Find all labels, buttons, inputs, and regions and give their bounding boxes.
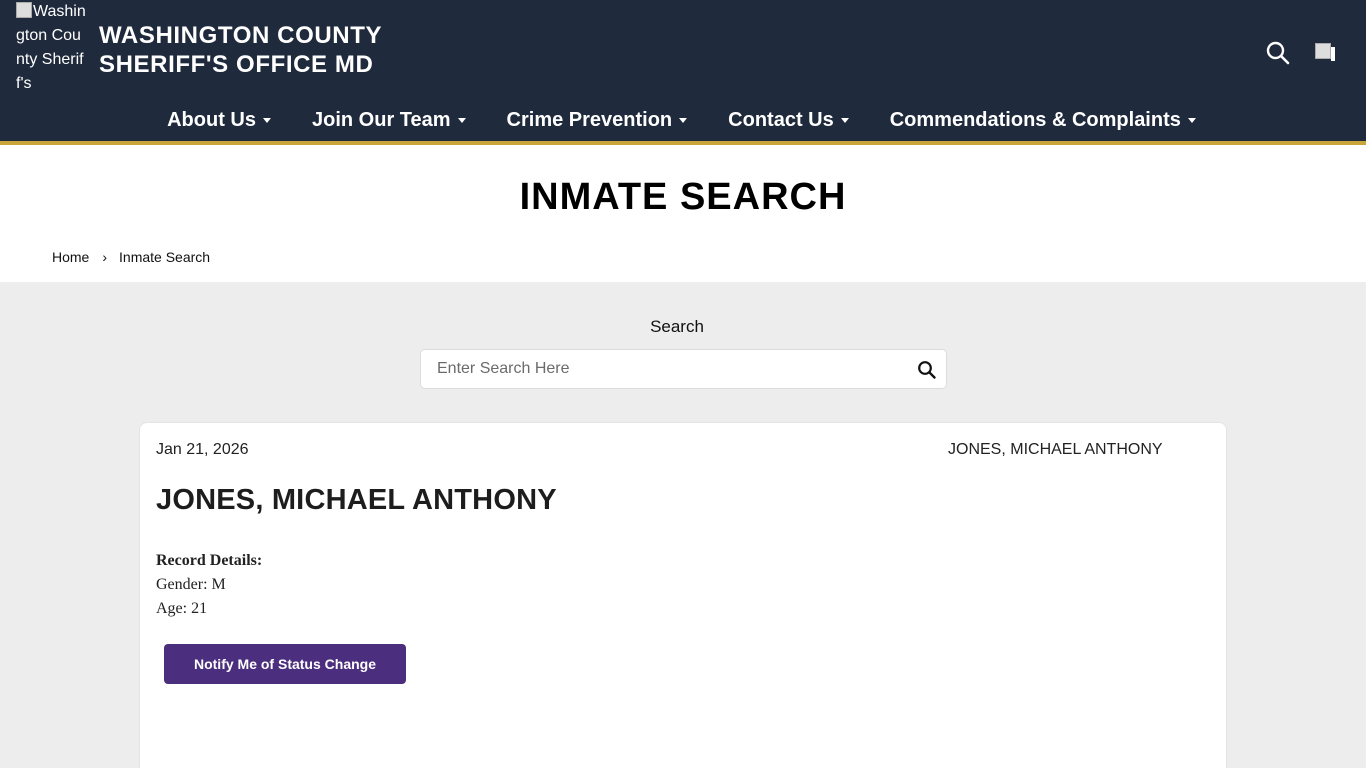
inmate-photo: JONES, MICHAEL ANTHONY	[948, 441, 1163, 459]
broken-image-icon	[1315, 43, 1331, 59]
header-search-button[interactable]	[1265, 40, 1291, 66]
inmate-name: JONES, MICHAEL ANTHONY	[156, 484, 557, 516]
nav-item-about-us[interactable]: About Us	[157, 105, 284, 135]
site-title-line1: WASHINGTON COUNTY	[99, 22, 383, 49]
nav-item-contact-us[interactable]: Contact Us	[718, 105, 862, 135]
site-title-line2: SHERIFF'S OFFICE MD	[99, 51, 374, 78]
breadcrumb-current: Inmate Search	[119, 249, 211, 265]
record-details: Record Details: Gender: M Age: 21	[156, 549, 262, 621]
nav-item-crime-prevention[interactable]: Crime Prevention	[497, 105, 701, 135]
search-label: Search	[650, 317, 704, 336]
search-icon	[918, 361, 936, 379]
caret-down-icon	[679, 117, 688, 123]
record-gender: Gender: M	[156, 576, 226, 593]
search-box	[420, 349, 947, 389]
nav-item-commendations-complaints[interactable]: Commendations & Complaints	[880, 105, 1209, 135]
search-icon	[1266, 41, 1290, 65]
inmate-record-card: Jan 21, 2026 JONES, MICHAEL ANTHONY JONE…	[139, 422, 1227, 768]
breadcrumb-separator-icon: ›	[102, 249, 108, 265]
inmate-photo-alt: JONES, MICHAEL ANTHONY	[948, 441, 1163, 458]
caret-down-icon	[1187, 117, 1196, 123]
breadcrumb: Home › Inmate Search	[52, 249, 210, 265]
broken-image-icon	[16, 2, 32, 18]
search-input[interactable]	[421, 350, 901, 388]
caret-down-icon	[457, 117, 466, 123]
record-age: Age: 21	[156, 600, 208, 617]
caret-down-icon	[263, 117, 271, 123]
main-nav: About Us Join Our Team Crime Prevention …	[0, 105, 1366, 135]
record-date: Jan 21, 2026	[156, 441, 249, 458]
site-header: Washington County Sheriff's WASHINGTON C…	[0, 0, 1366, 141]
breadcrumb-home-link[interactable]: Home	[52, 249, 89, 265]
page-title: INMATE SEARCH	[519, 176, 847, 218]
record-details-heading: Record Details:	[156, 552, 263, 569]
caret-down-icon	[840, 117, 849, 123]
site-title[interactable]: WASHINGTON COUNTY SHERIFF'S OFFICE MD	[99, 21, 382, 79]
nav-item-join-our-team[interactable]: Join Our Team	[302, 105, 479, 135]
search-submit-button[interactable]	[917, 360, 937, 380]
notify-status-change-button[interactable]: Notify Me of Status Change	[164, 644, 406, 684]
header-image[interactable]	[1315, 43, 1339, 61]
logo-image[interactable]: Washington County Sheriff's	[16, 0, 88, 96]
title-band: INMATE SEARCH Home › Inmate Search	[0, 145, 1366, 282]
